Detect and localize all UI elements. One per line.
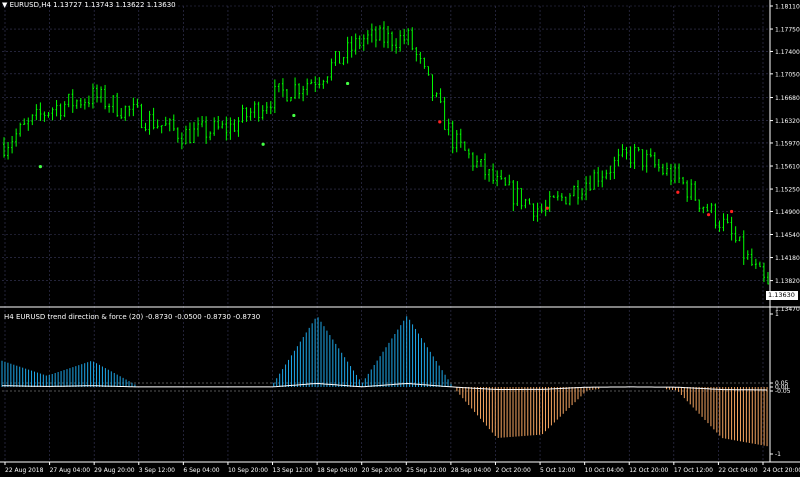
ohlc-readout: 1.13727 1.13743 1.13622 1.13630 (53, 1, 176, 9)
time-axis-label: 6 Sep 04:00 (183, 467, 219, 474)
price-axis-label: 1.18110 (775, 4, 800, 11)
price-axis-label: 1.14540 (775, 232, 800, 239)
time-axis-label: 10 Oct 04:00 (585, 467, 624, 474)
signal-dot (438, 120, 442, 124)
chart-canvas[interactable]: 1.18110 1.17750 1.17400 1.17050 1.16680 1.163… (0, 0, 800, 477)
price-candles (3, 21, 769, 285)
indicator-histogram (1, 316, 768, 447)
time-axis-label: 2 Oct 20:00 (495, 467, 530, 474)
grid-lines (2, 5, 770, 460)
price-axis-label: 1.14900 (775, 209, 800, 216)
time-axis-label: 29 Aug 20:00 (94, 467, 135, 474)
signal-dot (346, 81, 350, 86)
time-axis-label: 24 Oct 20:00 (763, 467, 800, 474)
time-axis-label: 27 Aug 04:00 (50, 467, 91, 474)
time-axis-label: 28 Sep 04:00 (451, 467, 491, 474)
time-axis-label: 10 Sep 20:00 (228, 467, 268, 474)
price-axis-label: 1.16680 (775, 95, 800, 102)
indicator-title: H4 EURUSD trend direction & force (20) -… (4, 313, 261, 321)
price-axis-label: 1.16320 (775, 118, 800, 125)
price-axis-label: 1.13820 (775, 278, 800, 285)
time-axis-label: 3 Sep 12:00 (139, 467, 175, 474)
indicator-axis-label: -0.05 (775, 388, 791, 395)
time-axis-label: 13 Sep 12:00 (273, 467, 313, 474)
time-axis-label: 18 Sep 04:00 (317, 467, 357, 474)
time-axis-label: 5 Oct 12:00 (540, 467, 575, 474)
price-axis-label: 1.17750 (775, 27, 800, 34)
price-axis-label: 1.15250 (775, 187, 800, 194)
chart-title-bar[interactable]: ▼ EURUSD,H4 1.13727 1.13743 1.13622 1.13… (2, 1, 176, 9)
time-axis-label: 12 Oct 20:00 (629, 467, 668, 474)
price-axis-label: 1.15610 (775, 164, 800, 171)
signal-dot (676, 190, 680, 194)
indicator-axis-label: -1 (775, 451, 781, 458)
signal-dot (292, 113, 296, 118)
signal-dot (38, 165, 43, 169)
signal-dot (730, 209, 734, 214)
price-axis-label: 1.15970 (775, 140, 800, 147)
price-axis-label: 1.17400 (775, 49, 800, 56)
symbol-title: EURUSD,H4 (9, 1, 51, 9)
current-price-tag: 1.13630 (766, 291, 798, 300)
indicator-axis-label: 1 (775, 311, 779, 318)
price-axis-label: 1.14180 (775, 255, 800, 262)
signal-dot (545, 206, 549, 210)
chart-axes: 1.18110 1.17750 1.17400 1.17050 1.16680 1.163… (0, 0, 800, 474)
price-axis-label: 1.17050 (775, 71, 800, 78)
time-axis-label: 17 Oct 12:00 (674, 467, 713, 474)
time-axis-label: 22 Oct 04:00 (718, 467, 757, 474)
time-axis-label: 25 Sep 12:00 (406, 467, 446, 474)
time-axis-label: 22 Aug 2018 (5, 467, 44, 474)
triangle-down-icon[interactable]: ▼ (2, 1, 7, 9)
time-axis-label: 20 Sep 20:00 (362, 467, 402, 474)
signal-dot (261, 142, 265, 146)
signal-dot (706, 213, 711, 217)
